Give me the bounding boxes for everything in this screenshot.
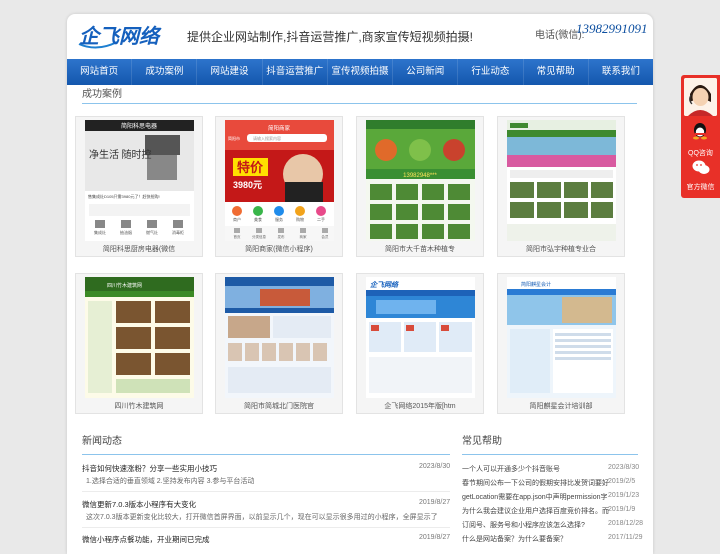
news-item-title[interactable]: 抖音如何快速涨粉？分享一些实用小技巧 [82, 463, 217, 474]
case-caption[interactable]: 简阳市简城北门医院官 [216, 401, 342, 411]
nav-item-industry[interactable]: 行业动态 [458, 59, 524, 85]
svg-text:会员: 会员 [322, 234, 330, 239]
svg-text:企飞网络: 企飞网络 [370, 280, 399, 289]
help-item-date: 2019/1/23 [608, 492, 640, 499]
case-card[interactable]: 简阳科思电器 净生活 随时控 售集成灶D105只需3980元了！赶快抢购! 集成… [75, 116, 203, 257]
svg-text:服务: 服务 [275, 216, 283, 222]
nav-item-help[interactable]: 常见帮助 [524, 59, 589, 85]
svg-text:消毒柜: 消毒柜 [172, 229, 184, 235]
case-thumbnail[interactable]: 企飞网络 [366, 277, 475, 398]
qq-icon[interactable] [692, 122, 708, 140]
case-card[interactable]: 简阳麒星会计 简阳麒星会计培训部 [497, 273, 625, 414]
help-item[interactable]: 什么是网站备案？为什么要备案？ [462, 534, 610, 544]
case-card[interactable]: 简阳市简城北门医院官 [215, 273, 343, 414]
svg-text:发布: 发布 [278, 234, 286, 239]
thumb-promo: 售集成灶D105只需3980元了！赶快抢购! [88, 193, 160, 199]
svg-text:购物: 购物 [296, 216, 304, 222]
logo-text: 企飞网络 [79, 25, 162, 48]
case-thumbnail[interactable] [225, 277, 334, 398]
case-thumbnail[interactable] [507, 120, 616, 241]
case-thumbnail[interactable]: 简阳科思电器 净生活 随时控 售集成灶D105只需3980元了！赶快抢购! 集成… [85, 120, 194, 241]
case-thumbnail[interactable]: 13982948*** [366, 120, 475, 241]
svg-text:分类信息: 分类信息 [252, 234, 266, 239]
svg-text:美食: 美食 [254, 216, 262, 222]
help-item[interactable]: 订阅号、服务号和小程序应该怎么选择? [462, 520, 610, 530]
help-item[interactable]: 一个人可以开通多少个抖音账号 [462, 464, 610, 474]
floating-contact-bar: QQ咨询 官方微信 [681, 75, 720, 198]
svg-text:特价: 特价 [237, 160, 264, 175]
header-slogan: 提供企业网站制作,抖音运营推广,商家宣传短视频拍摄! [187, 30, 474, 44]
svg-text:四川竹木建筑网: 四川竹木建筑网 [107, 282, 142, 289]
wechat-label[interactable]: 官方微信 [681, 182, 720, 192]
svg-text:抽油烟: 抽油烟 [120, 229, 132, 235]
nav-item-company-news[interactable]: 公司新闻 [393, 59, 459, 85]
case-thumbnail[interactable]: 四川竹木建筑网 [85, 277, 194, 398]
divider [82, 491, 450, 492]
case-caption[interactable]: 企飞网络2015年版[htm [357, 401, 483, 411]
svg-text:简阳商家: 简阳商家 [268, 124, 291, 132]
case-caption[interactable]: 简阳商家(微信小程序) [216, 244, 342, 254]
page-container: 企飞网络 提供企业网站制作,抖音运营推广,商家宣传短视频拍摄! 电话(微信): … [67, 14, 653, 554]
thumb-header-text: 简阳科思电器 [121, 122, 157, 130]
news-item-desc: 这次7.0.3版本更新变化比较大，打开微信首屏界面，以前显示几个，现在可以显示很… [86, 514, 438, 521]
help-item[interactable]: 春节期间公布一下公司的假期安排比发贺词要好 [462, 478, 610, 488]
svg-text:请输入搜索内容: 请输入搜索内容 [253, 135, 281, 141]
qq-label[interactable]: QQ咨询 [681, 148, 720, 158]
divider [82, 527, 450, 528]
case-card[interactable]: 四川竹木建筑网 四川竹木建筑网 [75, 273, 203, 414]
help-item-date: 2019/1/9 [608, 506, 636, 513]
svg-text:首页: 首页 [234, 234, 241, 239]
help-section-title: 常见帮助 [462, 436, 502, 447]
nav-item-web-build[interactable]: 网站建设 [197, 59, 263, 85]
help-item[interactable]: getLocation需要在app.json中声明permission字 [462, 492, 610, 502]
svg-text:简阳麒星会计: 简阳麒星会计 [521, 281, 551, 288]
svg-text:简阳市: 简阳市 [228, 135, 240, 141]
case-caption[interactable]: 四川竹木建筑网 [76, 401, 202, 411]
svg-text:燃气灶: 燃气灶 [146, 229, 158, 235]
case-caption[interactable]: 简阳市弘宇种植专业合 [498, 244, 624, 254]
case-card[interactable]: 13982948*** 简阳市大千苗木种植专 [356, 116, 484, 257]
main-nav: 网站首页 成功案例 网站建设 抖音运营推广 宣传视频拍摄 公司新闻 行业动态 常… [67, 59, 653, 85]
news-section-title: 新闻动态 [82, 436, 122, 447]
case-caption[interactable]: 简阳科思厨房电器(微信 [76, 244, 202, 254]
svg-text:集成灶: 集成灶 [94, 229, 106, 235]
case-card[interactable]: 简阳市弘宇种植专业合 [497, 116, 625, 257]
case-thumbnail[interactable]: 简阳麒星会计 [507, 277, 616, 398]
nav-item-douyin[interactable]: 抖音运营推广 [263, 59, 328, 85]
case-caption[interactable]: 简阳麒星会计培训部 [498, 401, 624, 411]
logo[interactable]: 企飞网络 [77, 22, 173, 52]
svg-text:商家: 商家 [300, 234, 308, 239]
svg-text:3980元: 3980元 [233, 180, 262, 190]
help-item[interactable]: 为什么我会建议企业用户选择百度竞价排名。而 [462, 506, 610, 516]
svg-text:二手: 二手 [317, 216, 325, 222]
svg-text:13982948***: 13982948*** [403, 173, 437, 179]
phone-number: 13982991091 [576, 21, 648, 36]
wechat-icon[interactable] [692, 160, 710, 175]
help-item-date: 2019/2/5 [608, 478, 636, 485]
svg-text:商户: 商户 [233, 216, 241, 222]
thumb-slogan: 净生活 随时控 [89, 148, 152, 161]
case-card[interactable]: 企飞网络 企飞网络2015年版[htm [356, 273, 484, 414]
case-caption[interactable]: 简阳市大千苗木种植专 [357, 244, 483, 254]
news-item-date: 2023/8/30 [419, 463, 451, 470]
divider [462, 454, 638, 455]
help-item-date: 2023/8/30 [608, 464, 640, 471]
news-item-desc: 1.选择合适的垂直领域 2.坚持发布内容 3.参与平台活动 [86, 478, 255, 485]
header: 企飞网络 提供企业网站制作,抖音运营推广,商家宣传短视频拍摄! 电话(微信): … [67, 14, 653, 59]
news-item-date: 2019/8/27 [419, 499, 451, 506]
case-thumbnail[interactable]: 简阳商家 简阳市 请输入搜索内容 特价 3980元 商户 美食 服务 购物 二手… [225, 120, 334, 241]
nav-item-video[interactable]: 宣传视频拍摄 [328, 59, 394, 85]
divider [82, 103, 637, 104]
divider [82, 454, 450, 455]
nav-item-home[interactable]: 网站首页 [67, 59, 133, 85]
customer-service-avatar [684, 78, 717, 116]
case-card[interactable]: 简阳商家 简阳市 请输入搜索内容 特价 3980元 商户 美食 服务 购物 二手… [215, 116, 343, 257]
news-item-title[interactable]: 微信更新7.0.3版本小程序有大变化 [82, 499, 196, 510]
help-item-date: 2018/12/28 [608, 520, 644, 527]
nav-item-cases[interactable]: 成功案例 [132, 59, 198, 85]
nav-item-contact[interactable]: 联系我们 [589, 59, 653, 85]
cases-section-title: 成功案例 [82, 89, 122, 100]
